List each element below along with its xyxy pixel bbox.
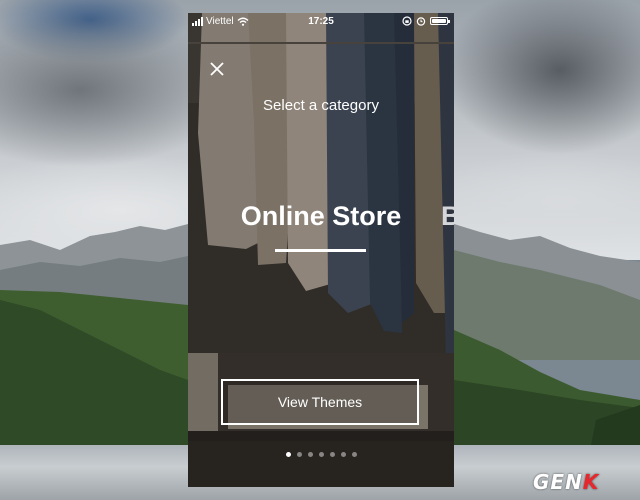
watermark-logo: GENK <box>533 470 600 494</box>
category-next-peek[interactable]: B <box>441 201 454 232</box>
alarm-icon <box>416 17 426 26</box>
battery-icon <box>430 17 450 25</box>
page-dot[interactable] <box>329 452 335 457</box>
view-themes-button[interactable]: View Themes <box>221 379 419 425</box>
phone-screen: Viettel 17:25 Select a category Online S… <box>188 13 454 487</box>
category-current[interactable]: Online Store <box>188 201 454 232</box>
status-bar: Viettel 17:25 <box>188 13 454 31</box>
page-dot[interactable] <box>307 452 313 457</box>
page-dot[interactable] <box>351 452 357 457</box>
page-dot[interactable] <box>318 452 324 457</box>
close-icon[interactable] <box>208 60 226 78</box>
page-dot[interactable] <box>340 452 346 457</box>
page-indicator[interactable] <box>188 452 454 457</box>
page-dot[interactable] <box>296 452 302 457</box>
page-title: Select a category <box>263 97 379 114</box>
page-dot[interactable] <box>285 452 291 457</box>
category-underline <box>275 249 366 252</box>
status-icons <box>402 16 450 26</box>
rotation-lock-icon <box>402 16 412 26</box>
